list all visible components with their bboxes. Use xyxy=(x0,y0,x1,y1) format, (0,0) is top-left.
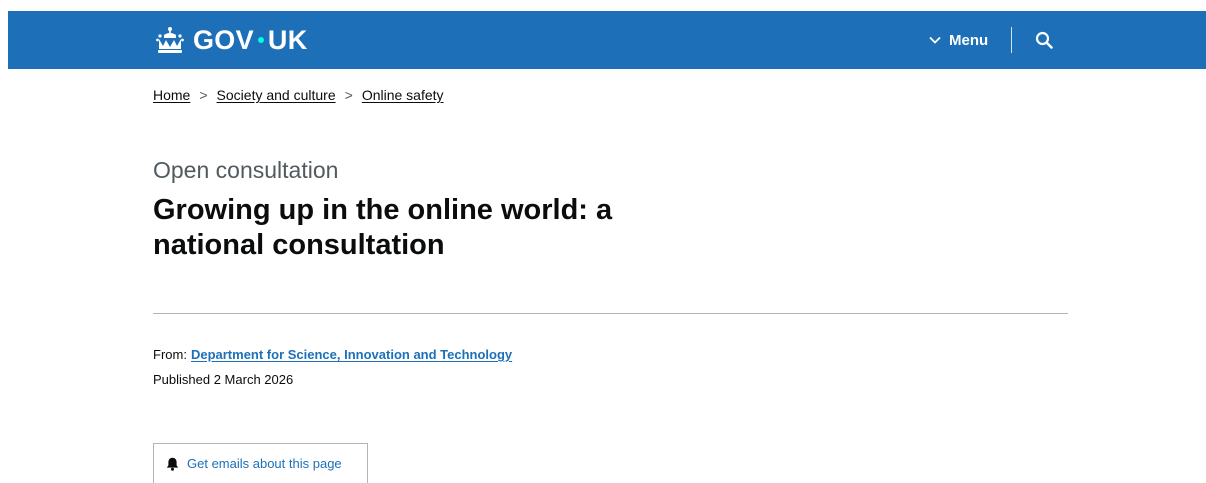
organisation-link[interactable]: Department for Science, Innovation and T… xyxy=(191,347,512,362)
menu-button[interactable]: Menu xyxy=(929,29,988,51)
breadcrumb-separator: > xyxy=(199,87,208,103)
search-button[interactable] xyxy=(1032,28,1056,52)
govuk-logo-link[interactable]: GOV UK xyxy=(155,24,308,56)
crown-icon xyxy=(156,27,184,53)
section-divider xyxy=(153,313,1068,314)
header-divider xyxy=(1011,27,1012,53)
chevron-down-icon xyxy=(929,36,941,44)
breadcrumb-online-safety[interactable]: Online safety xyxy=(362,86,444,104)
logo-text: GOV UK xyxy=(193,25,308,55)
published-date: Published 2 March 2026 xyxy=(153,372,294,387)
search-icon xyxy=(1035,31,1053,49)
menu-label: Menu xyxy=(949,31,989,49)
site-header: GOV UK Menu xyxy=(8,11,1206,69)
breadcrumb-home[interactable]: Home xyxy=(153,86,190,104)
breadcrumb-separator: > xyxy=(344,87,353,103)
get-emails-label: Get emails about this page xyxy=(187,456,342,471)
page-title: Growing up in the online world: a nation… xyxy=(153,194,613,261)
bell-icon xyxy=(166,457,179,471)
logo-dot xyxy=(257,36,264,43)
breadcrumb: Home > Society and culture > Online safe… xyxy=(153,86,444,104)
breadcrumb-society-and-culture[interactable]: Society and culture xyxy=(217,86,336,104)
get-emails-button[interactable]: Get emails about this page xyxy=(153,443,368,483)
metadata-from: From: Department for Science, Innovation … xyxy=(153,346,512,364)
document-type-caption: Open consultation xyxy=(153,157,339,183)
from-label: From: xyxy=(153,347,187,362)
